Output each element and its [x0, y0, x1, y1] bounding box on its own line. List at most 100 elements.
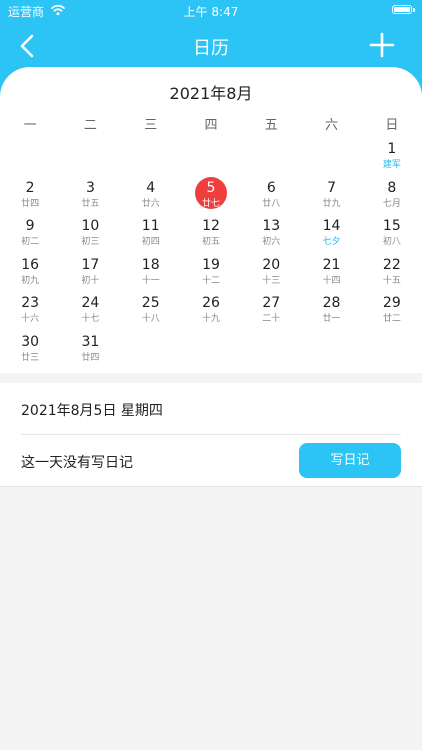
weekday-label: 六: [325, 118, 339, 133]
lunar-date-label: 十六: [21, 314, 40, 324]
day-cell-23[interactable]: 23 十六: [0, 293, 60, 332]
weekday-label: 四: [204, 118, 218, 133]
empty-day-cell: [301, 139, 361, 178]
day-number: 14: [322, 218, 341, 234]
divider: [21, 434, 401, 435]
lunar-date-label: 初二: [21, 237, 40, 247]
lunar-date-label: 十一: [141, 275, 160, 286]
day-cell-24[interactable]: 24 十七: [60, 293, 120, 332]
day-number: 2: [25, 179, 35, 196]
lunar-date-label: 十二: [201, 275, 220, 286]
day-number: 29: [382, 295, 401, 311]
day-cell-12[interactable]: 12 初五: [181, 216, 241, 255]
day-cell-11[interactable]: 11 初四: [121, 216, 181, 255]
lunar-date-label: 初四: [141, 237, 160, 247]
day-cell-15[interactable]: 15 初八: [362, 216, 422, 255]
day-cell-29[interactable]: 29 廿二: [362, 293, 422, 332]
day-number: 6: [266, 179, 276, 196]
day-cell-3[interactable]: 3 廿五: [60, 178, 120, 217]
empty-day-cell: [241, 139, 301, 178]
day-cell-6[interactable]: 6 廿八: [241, 178, 301, 217]
empty-day-cell: [121, 139, 181, 178]
day-cell-5[interactable]: 5 廿七: [181, 177, 241, 217]
day-number: 20: [262, 256, 281, 273]
day-cell-10[interactable]: 10 初三: [60, 216, 120, 255]
day-number: 5: [206, 179, 216, 196]
lunar-date-label: 初十: [81, 275, 100, 286]
day-number: 23: [21, 295, 40, 311]
day-number: 1: [387, 141, 397, 157]
day-cell-2[interactable]: 2 廿四: [0, 178, 60, 217]
lunar-date-label: 二十: [262, 314, 281, 324]
festival-label: 七夕: [322, 237, 341, 247]
lunar-date-label: 廿二: [382, 314, 401, 324]
selected-date-label: 2021年8月5日 星期四: [21, 403, 163, 419]
day-number: 25: [141, 295, 160, 311]
nav-bar: 日历: [0, 24, 422, 68]
day-cell-30[interactable]: 30 廿三: [0, 332, 60, 371]
day-cell-20[interactable]: 20 十三: [241, 255, 301, 294]
day-number: 19: [202, 256, 220, 273]
day-cell-9[interactable]: 9 初二: [0, 216, 60, 255]
lunar-date-label: 初三: [81, 237, 100, 247]
day-cell-22[interactable]: 22 十五: [362, 255, 422, 294]
weekday-label: 日: [385, 118, 399, 133]
day-number: 31: [81, 333, 100, 350]
status-time: 上午 8:47: [183, 5, 239, 19]
day-cell-21[interactable]: 21 十四: [301, 255, 361, 294]
add-button[interactable]: [368, 30, 396, 60]
day-number: 16: [21, 256, 40, 273]
day-number: 24: [81, 295, 100, 311]
day-cell-16[interactable]: 16 初九: [0, 255, 60, 294]
day-number: 22: [382, 256, 401, 273]
day-number: 13: [262, 218, 281, 234]
day-cell-8[interactable]: 8 七月: [362, 178, 422, 217]
calendar-grid: 1 建军 2 廿四 3 廿五 4 廿六 5 廿七 6 廿八 7 廿九 8 七月 9 初二 10 初三 11 初四 12 初五 1…: [0, 139, 422, 370]
day-number: 4: [146, 179, 156, 196]
day-cell-26[interactable]: 26 十九: [181, 293, 241, 332]
day-number: 17: [81, 256, 100, 273]
day-cell-13[interactable]: 13 初六: [241, 216, 301, 255]
lunar-date-label: 初五: [201, 237, 220, 247]
lunar-date-label: 初九: [21, 275, 40, 286]
day-number: 21: [322, 256, 341, 273]
day-number: 7: [327, 179, 337, 196]
day-cell-17[interactable]: 17 初十: [60, 255, 120, 294]
day-cell-27[interactable]: 27 二十: [241, 293, 301, 332]
day-cell-25[interactable]: 25 十八: [121, 293, 181, 332]
day-number: 18: [141, 256, 160, 273]
day-cell-19[interactable]: 19 十二: [181, 255, 241, 294]
day-number: 11: [141, 218, 160, 234]
lunar-date-label: 廿三: [21, 352, 40, 363]
day-cell-18[interactable]: 18 十一: [121, 255, 181, 294]
day-number: 3: [85, 179, 95, 196]
lunar-date-label: 初六: [262, 237, 281, 247]
weekday-label: 二: [83, 118, 97, 133]
empty-diary-message: 这一天没有写日记: [21, 455, 133, 471]
battery-icon: [392, 5, 415, 14]
day-cell-14[interactable]: 14 七夕: [301, 216, 361, 255]
empty-day-cell: [60, 139, 120, 178]
day-detail-panel: 2021年8月5日 星期四 这一天没有写日记 写日记: [0, 383, 422, 487]
lunar-date-label: 七月: [382, 198, 401, 209]
day-cell-1[interactable]: 1 建军: [362, 139, 422, 178]
day-cell-4[interactable]: 4 廿六: [121, 178, 181, 217]
day-cell-7[interactable]: 7 廿九: [301, 178, 361, 217]
write-diary-button[interactable]: 写日记: [299, 443, 401, 478]
day-cell-28[interactable]: 28 廿一: [301, 293, 361, 332]
lunar-date-label: 十四: [322, 275, 341, 286]
weekday-label: 一: [23, 118, 37, 133]
lunar-date-label: 十九: [201, 314, 220, 324]
weekday-header: 一二三四五六日: [0, 114, 422, 133]
empty-day-cell: [0, 139, 60, 178]
day-number: 10: [81, 218, 100, 234]
status-bar: 运营商 上午 8:47: [0, 0, 422, 22]
weekday-label: 五: [264, 118, 278, 133]
lunar-date-label: 廿四: [81, 352, 100, 363]
day-number: 30: [21, 333, 40, 350]
day-cell-31[interactable]: 31 廿四: [60, 332, 120, 371]
lunar-date-label: 廿八: [262, 198, 281, 209]
lunar-date-label: 廿一: [322, 314, 341, 324]
day-number: 28: [322, 295, 341, 311]
calendar-card: 2021年8月 一 二 三 四 五 六 日 1 建军 2 廿四 3 廿五 4 廿六 5 廿七 6 廿八 7 廿九 8 七月…: [0, 67, 422, 373]
